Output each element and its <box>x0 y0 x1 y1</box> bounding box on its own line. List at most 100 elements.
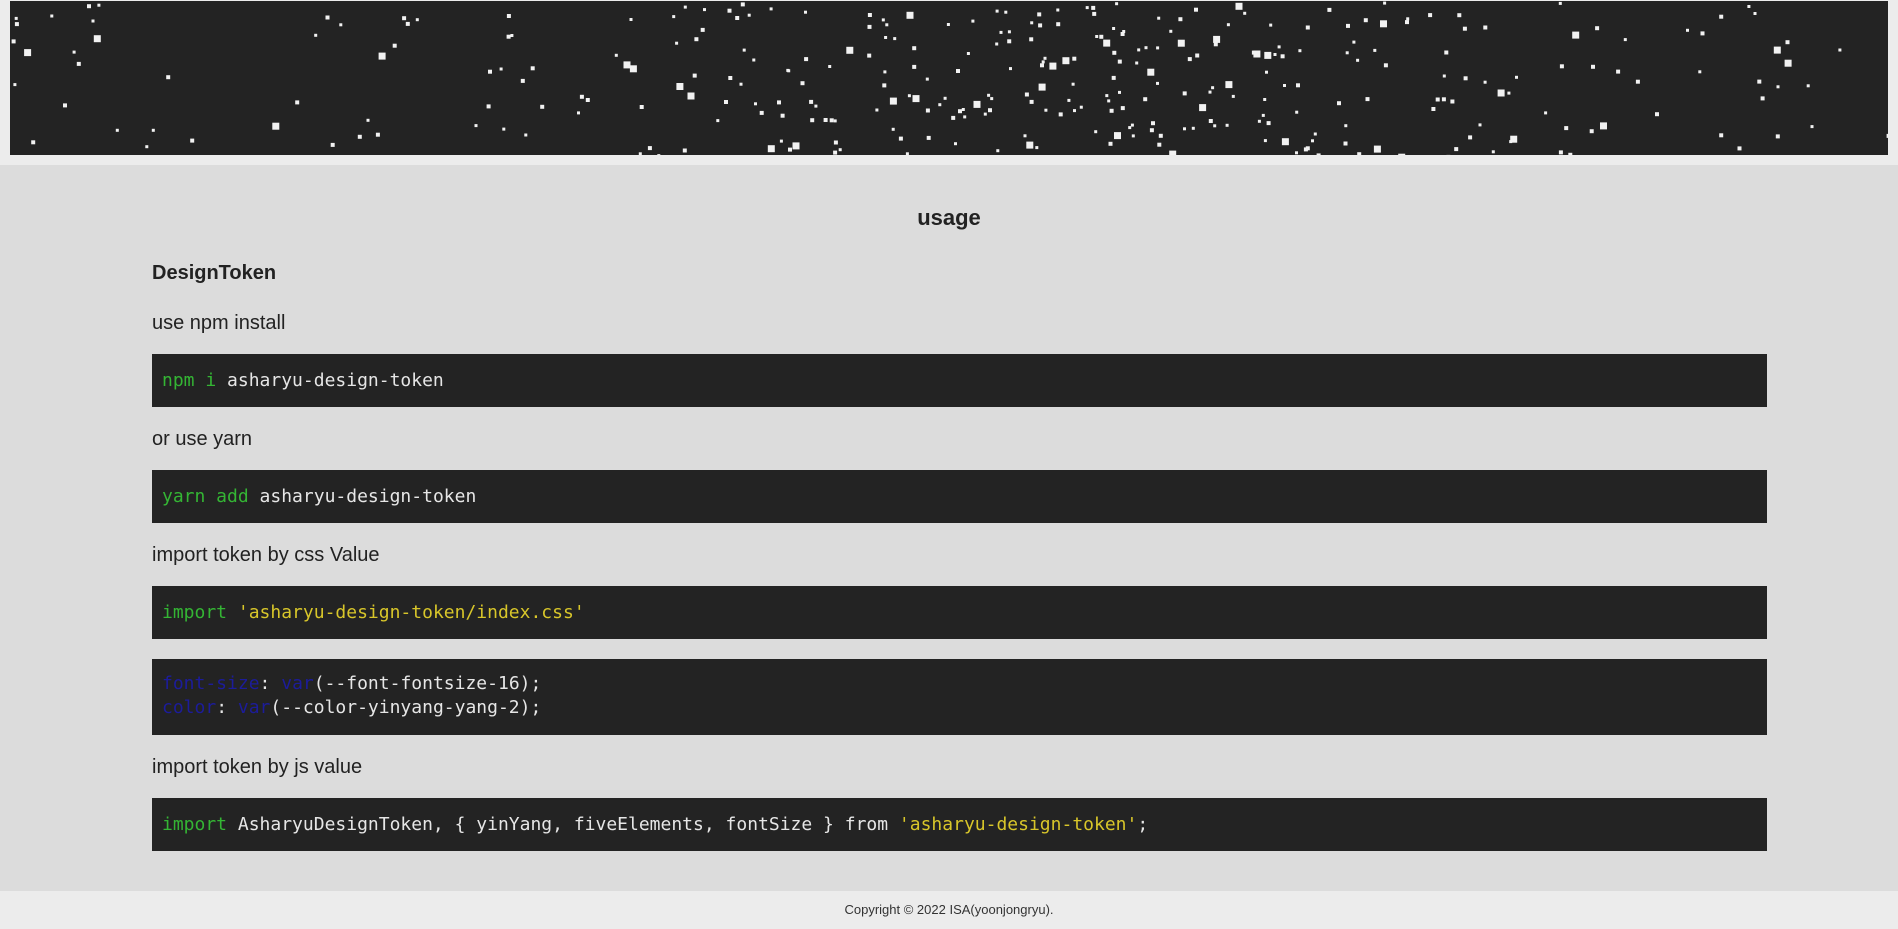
star <box>995 9 999 13</box>
star <box>506 34 511 39</box>
star <box>1698 70 1702 74</box>
css-import-code-block[interactable]: import 'asharyu-design-token/index.css' <box>152 586 1767 639</box>
star <box>1261 113 1265 117</box>
star <box>1785 40 1790 45</box>
star <box>1112 50 1117 55</box>
star <box>988 108 992 113</box>
star <box>1431 107 1436 111</box>
star <box>1157 16 1161 20</box>
star <box>925 77 929 81</box>
star <box>1144 46 1148 50</box>
npm-code-block[interactable]: npm i asharyu-design-token <box>152 354 1767 407</box>
star <box>971 19 975 23</box>
npm-label: use npm install <box>152 312 286 334</box>
star <box>1071 82 1075 86</box>
star <box>682 148 687 153</box>
star <box>1405 20 1409 25</box>
star <box>1373 48 1377 52</box>
star <box>486 104 491 109</box>
star <box>912 95 920 103</box>
star <box>474 124 478 128</box>
star <box>357 134 362 139</box>
star <box>740 2 745 7</box>
star <box>1264 51 1272 59</box>
star <box>1108 141 1113 146</box>
star <box>1568 152 1573 155</box>
star <box>961 108 965 111</box>
star <box>63 103 67 108</box>
npm-package: asharyu-design-token <box>227 370 444 391</box>
star <box>1428 13 1433 18</box>
star <box>742 48 746 52</box>
star <box>1515 75 1518 79</box>
star <box>1589 129 1594 134</box>
star <box>1383 1 1387 5</box>
section-title: DesignToken <box>152 262 277 284</box>
star <box>1463 76 1468 81</box>
star <box>1243 11 1247 15</box>
star <box>1038 23 1043 28</box>
star <box>1719 14 1724 19</box>
star <box>700 27 705 32</box>
star <box>1558 150 1563 155</box>
star <box>752 58 756 62</box>
star <box>1776 85 1780 89</box>
star <box>91 19 95 23</box>
star <box>1595 26 1600 31</box>
js-import-code-block[interactable]: import AsharyuDesignToken, { yinYang, fi… <box>152 798 1767 851</box>
star <box>1137 48 1141 52</box>
star <box>728 76 733 80</box>
star <box>1040 63 1044 68</box>
star <box>1305 25 1310 30</box>
star <box>1806 84 1810 88</box>
npm-command: npm i <box>162 370 217 391</box>
star <box>1009 67 1012 71</box>
star <box>804 10 807 14</box>
star <box>777 100 781 105</box>
star <box>1507 91 1511 95</box>
star <box>1183 127 1186 131</box>
star <box>1265 70 1268 74</box>
star <box>735 16 740 20</box>
star <box>883 70 887 74</box>
star <box>833 150 838 155</box>
star <box>692 73 697 78</box>
star <box>1029 99 1034 104</box>
star <box>966 52 970 55</box>
star <box>1719 133 1724 138</box>
star <box>1468 135 1473 140</box>
star <box>1007 30 1011 34</box>
css-var-argument: (--color-yinyang-yang-2); <box>270 697 542 718</box>
star <box>703 8 706 12</box>
yarn-package: asharyu-design-token <box>259 486 477 507</box>
star <box>1346 23 1350 28</box>
star <box>1441 97 1446 102</box>
star <box>1344 124 1348 128</box>
star <box>402 16 407 21</box>
star <box>1655 112 1659 117</box>
js-import-label: import token by js value <box>152 756 363 778</box>
star <box>1208 90 1212 94</box>
star <box>1311 139 1314 143</box>
star <box>716 119 720 123</box>
star <box>1263 139 1267 143</box>
star <box>891 127 895 131</box>
star <box>1457 13 1462 18</box>
star <box>1231 94 1235 98</box>
star <box>1156 81 1159 85</box>
star <box>780 113 785 118</box>
star <box>1194 7 1198 12</box>
star <box>1038 83 1046 91</box>
star <box>24 49 32 57</box>
star <box>1099 34 1104 39</box>
star <box>999 30 1003 34</box>
css-usage-code-block[interactable]: font-size: var(--font-fontsize-16); colo… <box>152 659 1767 735</box>
star <box>1491 150 1495 154</box>
star <box>415 18 419 22</box>
yarn-code-block[interactable]: yarn add asharyu-design-token <box>152 470 1767 523</box>
star <box>1149 128 1154 133</box>
star <box>809 99 814 104</box>
star <box>1558 1 1562 5</box>
star <box>405 21 410 26</box>
css-import-keyword: import <box>162 602 228 623</box>
